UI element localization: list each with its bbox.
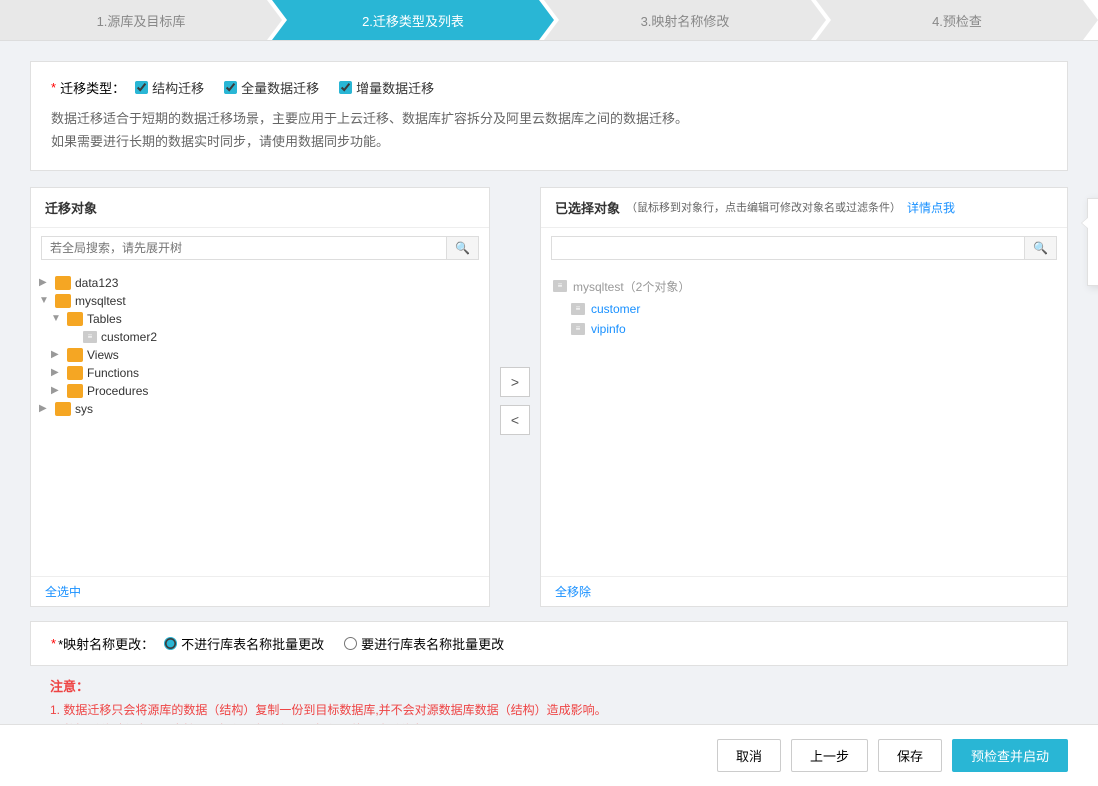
migration-type-label: 迁移类型： (60, 78, 125, 97)
tree-node-customer2[interactable]: ▶ ≡ customer2 (35, 328, 485, 346)
migration-note: 数据迁移适合于短期的数据迁移场景，主要应用于上云迁移、数据库扩容拆分及阿里云数据… (51, 107, 1047, 154)
cancel-button[interactable]: 取消 (717, 739, 781, 772)
footer: 取消 上一步 保存 预检查并启动 (0, 724, 1098, 786)
required-star: * (51, 80, 56, 95)
mapping-section: * *映射名称更改： 不进行库表名称批量更改 要进行库表名称批量更改 (30, 621, 1068, 666)
checkbox-group: 结构迁移 全量数据迁移 增量数据迁移 (135, 78, 434, 97)
tree-node-sys[interactable]: ▶ sys (35, 400, 485, 418)
step-4[interactable]: 4.预检查 (816, 0, 1098, 40)
toggle-procedures[interactable]: ▶ (51, 385, 67, 396)
right-panel-hint-link[interactable]: 详情点我 (907, 199, 955, 216)
folder-icon-mysqltest (55, 294, 71, 308)
radio-batch-input[interactable] (344, 637, 357, 650)
folder-icon-sys (55, 402, 71, 416)
tree: ▶ data123 ▼ mysqltest ▼ Tables (31, 268, 489, 576)
panels-row: 迁移对象 🔍 ▶ data123 ▼ mysqltest (30, 187, 1068, 607)
tree-node-functions[interactable]: ▶ Functions (35, 364, 485, 382)
right-search-icon[interactable]: 🔍 (1024, 237, 1056, 259)
start-button[interactable]: 预检查并启动 (952, 739, 1068, 772)
tree-node-data123[interactable]: ▶ data123 (35, 274, 485, 292)
checkbox-full[interactable]: 全量数据迁移 (224, 78, 319, 97)
selected-db-row: ≡ mysqltest（2个对象） (551, 274, 1057, 299)
right-panel-title: 已选择对象 （鼠标移到对象行，点击编辑可修改对象名或过滤条件） 详情点我 (541, 188, 1067, 228)
folder-icon-tables (67, 312, 83, 326)
mapping-label: * *映射名称更改： (51, 634, 154, 653)
folder-icon-procedures (67, 384, 83, 398)
table-icon-customer2: ≡ (83, 331, 97, 343)
toggle-views[interactable]: ▶ (51, 349, 67, 360)
main-content: * 迁移类型： 结构迁移 全量数据迁移 增量数据迁移 数据迁移适合于短期的数据迁… (0, 41, 1098, 771)
selected-table-icon-vipinfo: ≡ (571, 323, 585, 335)
selected-table-customer: ≡ customer (551, 299, 1057, 319)
step-3[interactable]: 3.映射名称修改 (544, 0, 826, 40)
checkbox-structural[interactable]: 结构迁移 (135, 78, 204, 97)
checkbox-incremental-input[interactable] (339, 81, 352, 94)
right-panel-hint: （鼠标移到对象行，点击编辑可修改对象名或过滤条件） (626, 199, 901, 215)
selected-table-icon-customer: ≡ (571, 303, 585, 315)
tree-node-tables[interactable]: ▼ Tables (35, 310, 485, 328)
remove-all-link[interactable]: 全移除 (555, 585, 591, 599)
migration-type-section: * 迁移类型： 结构迁移 全量数据迁移 增量数据迁移 数据迁移适合于短期的数据迁… (30, 61, 1068, 171)
radio-batch[interactable]: 要进行库表名称批量更改 (344, 634, 504, 653)
toggle-sys[interactable]: ▶ (39, 403, 55, 414)
radio-group: 不进行库表名称批量更改 要进行库表名称批量更改 (164, 634, 504, 653)
transfer-forward-button[interactable]: > (500, 367, 530, 397)
radio-no-batch[interactable]: 不进行库表名称批量更改 (164, 634, 324, 653)
left-panel: 迁移对象 🔍 ▶ data123 ▼ mysqltest (30, 187, 490, 607)
selected-table-vipinfo: ≡ vipinfo (551, 319, 1057, 339)
step-1[interactable]: 1.源库及目标库 (0, 0, 282, 40)
right-panel-search[interactable]: 🔍 (551, 236, 1057, 260)
stepper: 1.源库及目标库 2.迁移类型及列表 3.映射名称修改 4.预检查 (0, 0, 1098, 41)
right-panel: 已选择对象 （鼠标移到对象行，点击编辑可修改对象名或过滤条件） 详情点我 🔍 ≡… (540, 187, 1068, 607)
checkbox-full-input[interactable] (224, 81, 237, 94)
search-input[interactable] (42, 237, 446, 259)
select-all-link[interactable]: 全选中 (45, 585, 81, 599)
selected-list: ≡ mysqltest（2个对象） ≡ customer ≡ vipinfo (541, 268, 1067, 576)
toggle-mysqltest[interactable]: ▼ (39, 295, 55, 306)
step-2[interactable]: 2.迁移类型及列表 (272, 0, 554, 40)
selected-db-icon: ≡ (553, 280, 567, 292)
left-panel-title: 迁移对象 (31, 188, 489, 228)
save-button[interactable]: 保存 (878, 739, 942, 772)
left-panel-footer: 全选中 (31, 576, 489, 606)
left-panel-search[interactable]: 🔍 (41, 236, 479, 260)
right-panel-footer: 全移除 (541, 576, 1067, 606)
toggle-functions[interactable]: ▶ (51, 367, 67, 378)
mapping-required-star: * (51, 636, 56, 651)
checkbox-structural-input[interactable] (135, 81, 148, 94)
folder-icon-data123 (55, 276, 71, 290)
tree-node-mysqltest[interactable]: ▼ mysqltest (35, 292, 485, 310)
folder-icon-functions (67, 366, 83, 380)
folder-icon-views (67, 348, 83, 362)
tree-node-views[interactable]: ▶ Views (35, 346, 485, 364)
toggle-tables[interactable]: ▼ (51, 313, 67, 324)
prev-button[interactable]: 上一步 (791, 739, 868, 772)
transfer-buttons: > < (490, 367, 540, 435)
search-icon[interactable]: 🔍 (446, 237, 478, 259)
toggle-data123[interactable]: ▶ (39, 277, 55, 288)
tooltip-box: 鼠标移到对象上，点击编辑入口，即可配置源跟目标实例的对象名映射及迁移列选择 (1087, 198, 1098, 286)
tree-node-procedures[interactable]: ▶ Procedures (35, 382, 485, 400)
transfer-backward-button[interactable]: < (500, 405, 530, 435)
checkbox-incremental[interactable]: 增量数据迁移 (339, 78, 434, 97)
radio-no-batch-input[interactable] (164, 637, 177, 650)
right-search-input[interactable] (552, 237, 1024, 259)
